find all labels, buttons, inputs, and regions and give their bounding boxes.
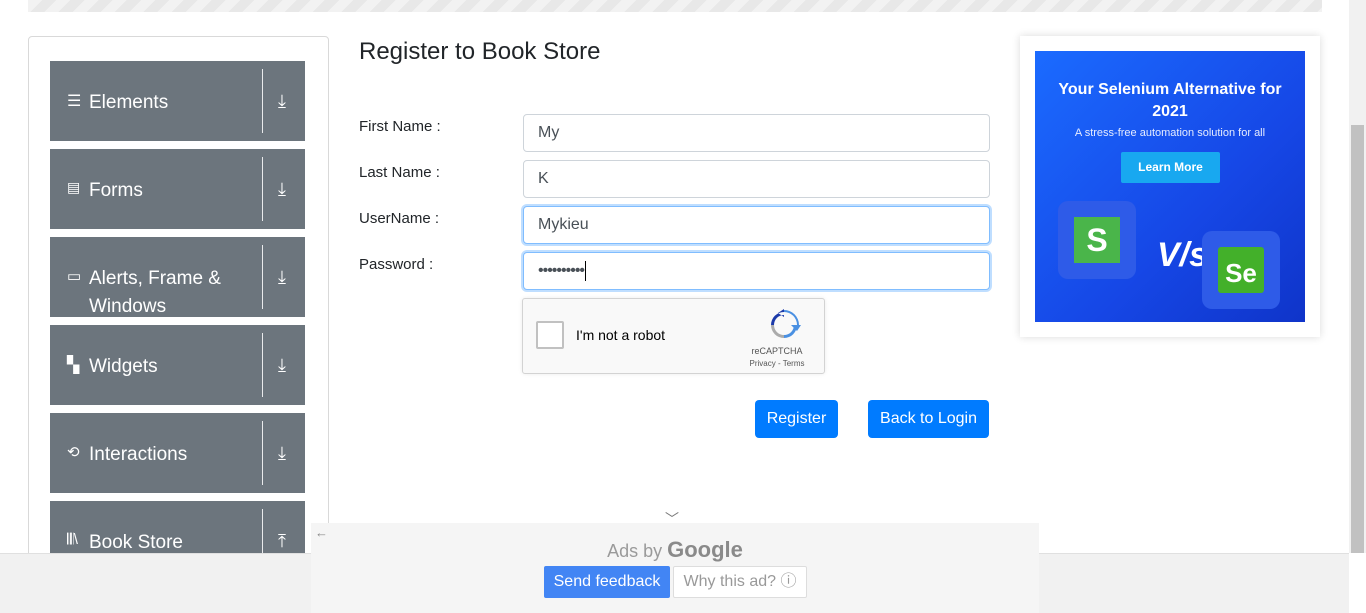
divider — [262, 157, 263, 221]
password-value: •••••••••• — [538, 262, 585, 279]
recaptcha-checkbox[interactable] — [536, 321, 564, 349]
top-ad-banner — [28, 0, 1322, 12]
username-input[interactable]: Mykieu — [523, 206, 990, 244]
back-to-login-button[interactable]: Back to Login — [868, 400, 989, 438]
side-ad[interactable]: Your Selenium Alternative for 2021 A str… — [1020, 36, 1320, 337]
sidebar-group-label: Widgets — [89, 356, 158, 377]
sidebar-group-forms[interactable]: ▤ Forms ⤓ — [50, 149, 305, 229]
learn-more-button[interactable]: Learn More — [1121, 152, 1220, 183]
chevron-down-icon[interactable]: ﹀ — [665, 509, 679, 529]
recaptcha-label: I'm not a robot — [576, 327, 666, 343]
download-icon[interactable]: ⤓ — [278, 179, 286, 200]
first-name-label: First Name : — [359, 118, 441, 135]
download-icon[interactable]: ⤓ — [278, 355, 286, 376]
password-input[interactable]: •••••••••• — [523, 252, 990, 290]
first-name-value: My — [538, 124, 560, 141]
sidebar-group-label: Interactions — [89, 444, 188, 465]
window-icon: ▭ — [67, 268, 82, 285]
recaptcha-brand: reCAPTCHA — [751, 346, 803, 356]
ad-subline: A stress-free automation solution for al… — [1074, 127, 1266, 139]
widgets-icon: ▚ — [67, 357, 80, 374]
last-name-value: K — [538, 170, 549, 187]
recaptcha-widget: I'm not a robot reCAPTCHA Privacy - Term… — [522, 298, 825, 374]
last-name-label: Last Name : — [359, 164, 440, 181]
divider — [262, 333, 263, 397]
last-name-input[interactable]: K — [523, 160, 990, 198]
username-label: UserName : — [359, 210, 440, 227]
sidebar-group-alerts[interactable]: ▭ Alerts, Frame & Windows ⤓ — [50, 237, 305, 317]
divider — [262, 421, 263, 485]
ads-by-google: Ads by Google — [311, 537, 1039, 563]
logo-letter: S — [1074, 217, 1120, 263]
first-name-input[interactable]: My — [523, 114, 990, 152]
sidebar-group-elements[interactable]: ☰ Elements ⤓ — [50, 61, 305, 141]
download-icon[interactable]: ⤓ — [278, 443, 286, 464]
why-this-ad-button[interactable]: Why this ad? ⓘ — [673, 566, 807, 598]
divider — [262, 245, 263, 309]
download-icon[interactable]: ⤓ — [278, 91, 286, 112]
ad-creative[interactable]: Your Selenium Alternative for 2021 A str… — [1035, 51, 1305, 322]
password-label: Password : — [359, 256, 434, 273]
recaptcha-privacy-terms[interactable]: Privacy - Terms — [742, 359, 812, 368]
katalon-logo-icon: S — [1058, 201, 1136, 279]
selenium-logo-icon: Se — [1202, 231, 1280, 309]
label-line-1: Alerts, Frame & — [89, 268, 221, 289]
google-ad-footer: ﹀ ← Ads by Google Send feedback Why this… — [311, 511, 1039, 613]
register-button[interactable]: Register — [755, 400, 838, 438]
document-icon: ▤ — [67, 179, 81, 195]
sidebar-group-interactions[interactable]: ⟲ Interactions ⤓ — [50, 413, 305, 493]
scrollbar-thumb[interactable] — [1351, 125, 1364, 553]
books-icon: 𝄃𝄃\ — [67, 531, 78, 548]
upload-icon[interactable]: ⤒ — [278, 531, 286, 552]
sidebar: ☰ Elements ⤓ ▤ Forms ⤓ ▭ Alerts, Frame &… — [28, 36, 329, 576]
username-value: Mykieu — [538, 216, 589, 233]
send-feedback-button[interactable]: Send feedback — [544, 566, 670, 598]
label-line-2: Windows — [89, 296, 167, 317]
interactions-icon: ⟲ — [67, 444, 80, 461]
sidebar-group-label: Forms — [89, 180, 143, 201]
logo-letter: Se — [1218, 247, 1264, 293]
page-scrollbar[interactable] — [1349, 0, 1366, 553]
sidebar-group-widgets[interactable]: ▚ Widgets ⤓ — [50, 325, 305, 405]
page-title: Register to Book Store — [359, 38, 601, 65]
versus-text: V/s — [1157, 236, 1209, 274]
menu-icon: ☰ — [67, 93, 82, 110]
ad-headline: Your Selenium Alternative for 2021 — [1058, 81, 1282, 120]
text-caret — [585, 260, 587, 281]
sidebar-group-label: Alerts, Frame & Windows — [89, 265, 221, 321]
download-icon[interactable]: ⤓ — [278, 267, 286, 288]
recaptcha-logo-icon — [771, 309, 801, 338]
ads-by-text: Ads by — [607, 541, 663, 561]
divider — [262, 69, 263, 133]
google-logo: Google — [667, 537, 743, 562]
sidebar-group-label: Elements — [89, 92, 169, 113]
